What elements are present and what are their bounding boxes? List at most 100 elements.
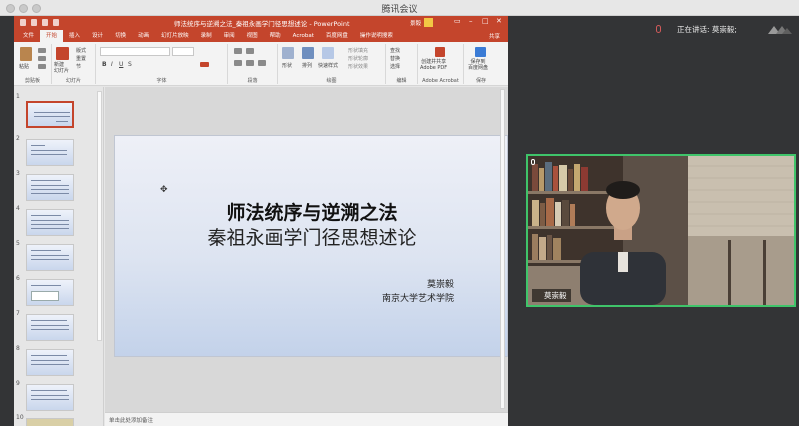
- group-label: 段落: [247, 78, 258, 84]
- paste-button[interactable]: 粘贴: [19, 63, 29, 70]
- section-button[interactable]: 节: [76, 63, 81, 70]
- create-share-pdf-button[interactable]: 创建并共享 Adobe PDF: [420, 59, 447, 71]
- meeting-titlebar: 腾讯会议: [0, 0, 799, 16]
- tab-acrobat[interactable]: Acrobat: [287, 30, 320, 42]
- shape-effects-button[interactable]: 形状效果: [348, 63, 368, 70]
- thumb-text: [34, 112, 70, 113]
- shapes-icon[interactable]: [282, 47, 294, 59]
- notes-pane[interactable]: 单击此处添加备注: [105, 412, 508, 426]
- move-cursor-icon: ✥: [160, 185, 168, 195]
- replace-button[interactable]: 替换: [390, 55, 400, 62]
- tab-help[interactable]: 帮助: [264, 30, 287, 42]
- tab-review[interactable]: 审阅: [218, 30, 241, 42]
- thumb-text: [31, 259, 69, 260]
- slide-thumbnail-1[interactable]: [26, 101, 74, 128]
- undo-icon[interactable]: [31, 19, 37, 26]
- shapes-button[interactable]: 形状: [282, 62, 292, 69]
- tab-home[interactable]: 开始: [40, 30, 64, 42]
- slide-number: 5: [16, 240, 20, 247]
- tab-file[interactable]: 文件: [17, 30, 40, 42]
- maximize-icon[interactable]: □: [482, 17, 489, 25]
- thumb-text: [31, 360, 69, 361]
- arrange-button[interactable]: 排列: [302, 62, 312, 69]
- current-slide[interactable]: 师法统序与逆溯之法 秦祖永画学门径思想述论 莫崇毅 南京大学艺术学院: [114, 135, 508, 357]
- save-icon[interactable]: [20, 19, 26, 26]
- thumb-text: [31, 145, 45, 146]
- find-button[interactable]: 查找: [390, 47, 400, 54]
- layout-toggle-icon[interactable]: [768, 25, 792, 35]
- italic-icon[interactable]: I: [111, 61, 113, 68]
- thumb-text: [34, 116, 70, 117]
- tab-baidu[interactable]: 百度网盘: [320, 30, 354, 42]
- new-slide-icon[interactable]: [56, 47, 69, 60]
- group-label: 字体: [156, 78, 167, 84]
- slide-thumbnail-9[interactable]: [26, 384, 74, 411]
- share-button[interactable]: 共享: [489, 32, 500, 40]
- slide-number: 9: [16, 380, 20, 387]
- thumb-text: [31, 228, 69, 229]
- save-to-baidu-button[interactable]: 保存到 百度网盘: [468, 59, 488, 71]
- minimize-icon[interactable]: –: [469, 17, 473, 25]
- layout-button[interactable]: 版式: [76, 47, 86, 54]
- slide-thumbnail-4[interactable]: [26, 209, 74, 236]
- font-size-select[interactable]: [172, 47, 194, 56]
- tab-record[interactable]: 录制: [195, 30, 218, 42]
- align-center-icon[interactable]: [246, 60, 254, 66]
- slide-number: 3: [16, 170, 20, 177]
- slide-author[interactable]: 莫崇毅: [427, 277, 454, 290]
- bullets-icon[interactable]: [234, 48, 242, 54]
- shape-outline-button[interactable]: 形状轮廓: [348, 55, 368, 62]
- thumb-text: [31, 255, 69, 256]
- tab-slideshow[interactable]: 幻灯片放映: [155, 30, 195, 42]
- quick-styles-icon[interactable]: [322, 47, 334, 59]
- tab-insert[interactable]: 插入: [63, 30, 86, 42]
- slide-thumbnail-7[interactable]: [26, 314, 74, 341]
- baidu-netdisk-icon[interactable]: [475, 47, 486, 57]
- quick-styles-button[interactable]: 快速样式: [318, 62, 338, 69]
- tab-view[interactable]: 视图: [241, 30, 264, 42]
- slide-number: 7: [16, 310, 20, 317]
- slide-thumbnail-2[interactable]: [26, 139, 74, 166]
- slide-thumbnail-5[interactable]: [26, 244, 74, 271]
- shape-fill-button[interactable]: 形状填充: [348, 47, 368, 54]
- arrange-icon[interactable]: [302, 47, 314, 59]
- tab-design[interactable]: 设计: [86, 30, 109, 42]
- tab-transitions[interactable]: 切换: [109, 30, 132, 42]
- copy-icon[interactable]: [38, 56, 46, 61]
- align-left-icon[interactable]: [234, 60, 242, 66]
- slide-scrollbar[interactable]: [500, 89, 505, 409]
- close-icon[interactable]: ✕: [496, 17, 502, 25]
- slide-thumbnail-8[interactable]: [26, 349, 74, 376]
- align-right-icon[interactable]: [258, 60, 266, 66]
- select-button[interactable]: 选择: [390, 63, 400, 70]
- slide-affiliation[interactable]: 南京大学艺术学院: [382, 291, 454, 304]
- paste-icon[interactable]: [20, 47, 32, 61]
- font-color-icon[interactable]: [200, 62, 209, 67]
- thumbnails-scrollbar[interactable]: [97, 91, 102, 341]
- shadow-icon[interactable]: S: [128, 61, 132, 68]
- start-slideshow-icon[interactable]: [53, 19, 59, 26]
- cut-icon[interactable]: [38, 48, 46, 53]
- underline-icon[interactable]: U: [119, 61, 123, 68]
- adobe-pdf-icon[interactable]: [435, 47, 445, 57]
- slide-title[interactable]: 师法统序与逆溯之法: [115, 198, 508, 225]
- slide-thumbnail-6[interactable]: [26, 279, 74, 306]
- redo-icon[interactable]: [42, 19, 48, 26]
- group-font: B I U S 字体: [96, 44, 228, 84]
- participant-video-tile[interactable]: 莫崇毅: [526, 154, 796, 307]
- font-name-select[interactable]: [100, 47, 170, 56]
- format-painter-icon[interactable]: [38, 64, 46, 69]
- numbering-icon[interactable]: [246, 48, 254, 54]
- slide-subtitle[interactable]: 秦祖永画学门径思想述论: [115, 223, 508, 250]
- new-slide-button[interactable]: 新建 幻灯片: [54, 62, 69, 74]
- group-clipboard: 粘贴 剪贴板: [14, 44, 52, 84]
- slide-thumbnail-10[interactable]: [26, 418, 74, 426]
- avatar[interactable]: [424, 18, 433, 27]
- bold-icon[interactable]: B: [102, 61, 107, 68]
- tab-animations[interactable]: 动画: [132, 30, 155, 42]
- tell-me-search[interactable]: 操作说明搜索: [354, 30, 399, 42]
- reset-button[interactable]: 重置: [76, 55, 86, 62]
- slide-thumbnail-3[interactable]: [26, 174, 74, 201]
- ribbon-display-icon[interactable]: ▭: [454, 17, 461, 25]
- notes-placeholder: 单击此处添加备注: [109, 418, 154, 424]
